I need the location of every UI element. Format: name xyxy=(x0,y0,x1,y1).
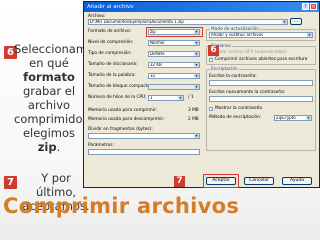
accept-highlight xyxy=(203,174,239,188)
step-6-line-4: comprimido: xyxy=(14,112,87,126)
cancel-button[interactable]: Cancelar xyxy=(244,177,274,185)
encryption-title: Encriptación xyxy=(210,67,239,72)
memory-compress-label: Memoria usada para comprimir: xyxy=(88,108,157,113)
level-select[interactable]: Normal xyxy=(148,40,200,46)
password-label: Escribe la contraseña: xyxy=(209,74,257,79)
split-label: Dividir en fragmentos (bytes): xyxy=(88,127,153,132)
step-6-caption: Seleccionamos en qué formato grabar el a… xyxy=(14,42,101,154)
show-password-checkbox[interactable] xyxy=(209,107,213,111)
solid-block-label: Tamaño de bloque compacto: xyxy=(88,84,152,89)
threads-label: Número de hilos de la CPU: xyxy=(88,95,147,100)
split-select[interactable] xyxy=(88,133,200,139)
slide-title: Comprimir archivos xyxy=(3,194,240,218)
zip-emphasis: zip xyxy=(37,140,57,154)
threads-select[interactable]: 1 xyxy=(148,95,184,101)
method-label: Tipo de compresión: xyxy=(88,51,132,56)
level-label: Nivel de compresión: xyxy=(88,40,134,45)
password-repeat-label: Escribe nuevamente la contraseña: xyxy=(209,90,286,95)
step-7-badge: 7 xyxy=(4,176,17,189)
archive-path-field[interactable]: D:\Mis Documentos\Ejemplos\Documento 1.z… xyxy=(88,19,288,25)
format-label: Formato de archivo: xyxy=(88,29,132,34)
word-size-label: Tamaño de la palabra: xyxy=(88,73,136,78)
dialog-step-7-badge: 7 xyxy=(174,176,185,187)
update-mode-select[interactable]: Añadir y sustituir archivos xyxy=(209,32,313,38)
options-group: Opciones xyxy=(206,44,316,65)
step-6-line-2: en qué formato xyxy=(23,56,75,84)
browse-button[interactable]: ... xyxy=(290,18,302,25)
shared-checkbox[interactable] xyxy=(209,58,213,62)
step-6-line-1: Seleccionamos xyxy=(14,42,101,56)
encryption-method-select[interactable]: ZipCrypto xyxy=(274,115,312,121)
memory-decompress-value: 2 MB xyxy=(188,117,199,122)
close-icon[interactable]: × xyxy=(310,3,317,10)
threads-max: / 1 xyxy=(188,95,194,100)
memory-compress-value: 3 MB xyxy=(188,108,199,113)
format-emphasis: formato xyxy=(23,70,75,84)
shared-label: Comprimir archivos abiertos para escritu… xyxy=(215,57,308,62)
format-highlight xyxy=(146,27,203,37)
dialog-step-6-badge: 6 xyxy=(208,45,219,56)
params-label: Parámetros: xyxy=(88,143,114,148)
step-6-line-3: grabar el archivo xyxy=(22,84,76,112)
add-to-archive-dialog: Añadir al archivo ? × Archivo: D:\Mis Do… xyxy=(83,1,320,188)
show-password-label: Mostrar la contraseña xyxy=(215,106,263,111)
dialog-title: Añadir al archivo xyxy=(87,4,134,10)
step-6-line-5: elegimos zip. xyxy=(22,126,76,154)
dictionary-label: Tamaño de diccionario: xyxy=(88,62,138,67)
help-button[interactable]: Ayuda xyxy=(282,177,312,185)
solid-block-select[interactable] xyxy=(148,84,200,90)
dialog-titlebar[interactable]: Añadir al archivo ? × xyxy=(84,2,319,12)
dictionary-select[interactable]: 32 KB xyxy=(148,62,200,68)
sfx-label: Crear archivo SFX (autoextraíble) xyxy=(215,50,287,55)
params-input[interactable] xyxy=(88,149,200,155)
password-repeat-input[interactable] xyxy=(209,96,313,102)
word-size-select[interactable]: 32 xyxy=(148,73,200,79)
method-select[interactable]: Deflate xyxy=(148,51,200,57)
encryption-method-label: Método de encriptación: xyxy=(209,115,262,120)
help-title-button[interactable]: ? xyxy=(302,3,309,10)
password-input[interactable] xyxy=(209,80,313,86)
memory-decompress-label: Memoria usada para descomprimir: xyxy=(88,117,165,122)
